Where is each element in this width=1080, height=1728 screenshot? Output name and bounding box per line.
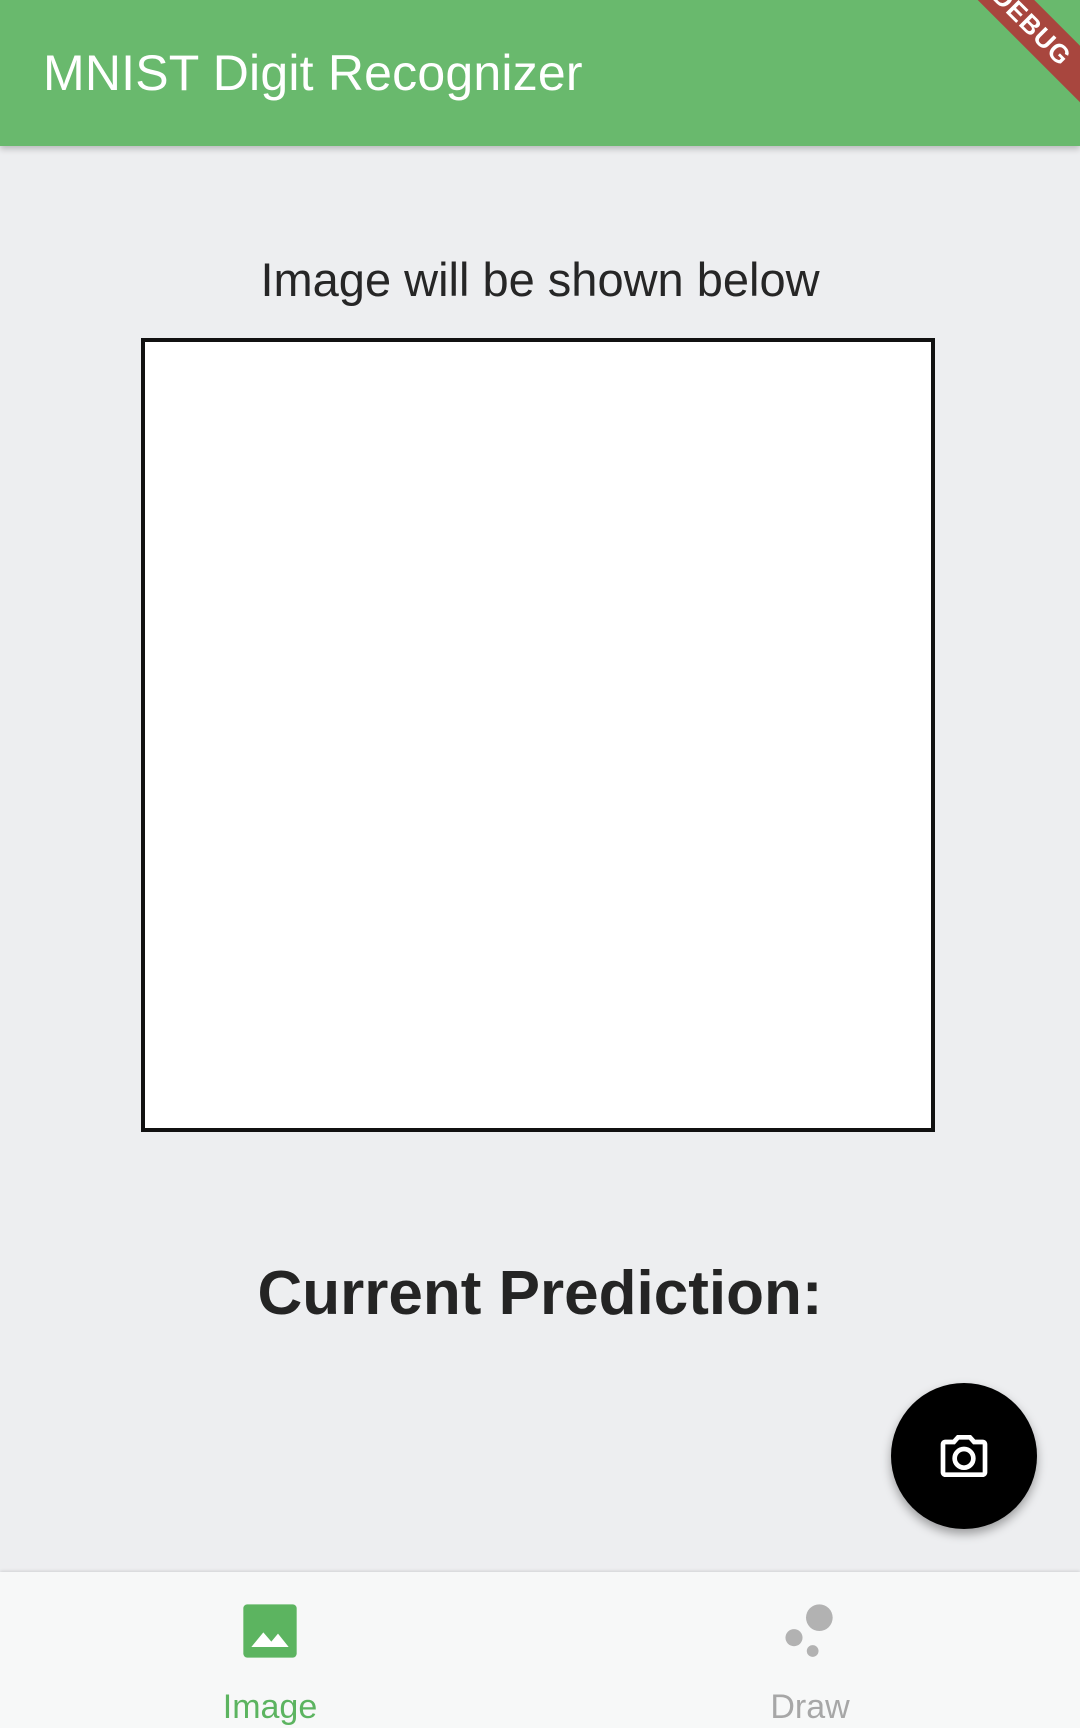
bottom-navigation: Image Draw — [0, 1572, 1080, 1728]
app-title: MNIST Digit Recognizer — [43, 45, 583, 101]
image-icon — [243, 1604, 297, 1658]
prediction-label: Current Prediction: — [257, 1259, 823, 1328]
nav-item-image[interactable]: Image — [0, 1572, 540, 1728]
nav-item-draw[interactable]: Draw — [540, 1572, 1080, 1728]
app-screen: MNIST Digit Recognizer DEBUG Image will … — [0, 0, 1080, 1728]
nav-label-draw: Draw — [770, 1688, 850, 1726]
nav-label-image: Image — [222, 1688, 318, 1726]
bubbles-icon — [785, 1604, 833, 1657]
camera-fab-button[interactable] — [891, 1383, 1037, 1529]
image-preview-frame — [141, 338, 935, 1132]
image-caption: Image will be shown below — [260, 253, 820, 306]
camera-icon — [940, 1435, 988, 1477]
app-bar: MNIST Digit Recognizer — [0, 0, 1080, 146]
